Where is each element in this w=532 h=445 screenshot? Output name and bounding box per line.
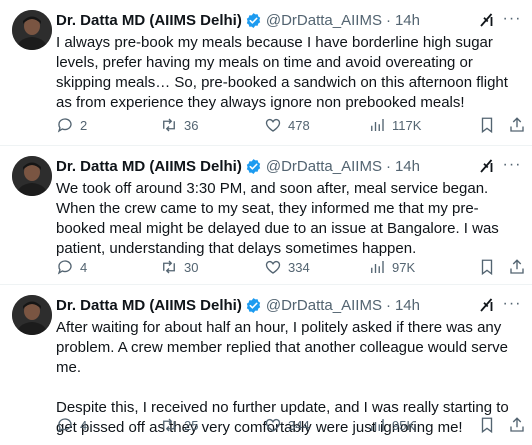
more-icon[interactable]: ··· xyxy=(502,156,522,176)
avatar[interactable] xyxy=(12,156,52,196)
avatar[interactable] xyxy=(12,295,52,335)
like-icon xyxy=(265,118,281,132)
author-name[interactable]: Dr. Datta MD (AIIMS Delhi) xyxy=(56,297,242,314)
bookmark-button[interactable] xyxy=(478,416,496,434)
verified-badge-icon xyxy=(246,12,261,28)
avatar-image xyxy=(12,10,52,50)
repost-button[interactable]: 36 xyxy=(160,116,198,134)
repost-button[interactable]: 30 xyxy=(160,258,198,276)
timestamp[interactable]: 14h xyxy=(395,12,420,29)
tweet-paragraph: We took off around 3:30 PM, and soon aft… xyxy=(56,180,499,257)
views-icon xyxy=(371,119,384,131)
verified-badge-icon xyxy=(246,158,261,174)
reply-icon xyxy=(57,418,72,433)
tweet-text: We took off around 3:30 PM, and soon aft… xyxy=(56,179,520,259)
verified-badge-icon xyxy=(246,297,261,313)
views-icon xyxy=(371,419,384,431)
bookmark-icon xyxy=(481,117,493,134)
repost-icon xyxy=(163,260,175,274)
reply-icon xyxy=(57,118,72,133)
author-handle[interactable]: @DrDatta_AIIMS xyxy=(266,12,382,29)
repost-button[interactable]: 25 xyxy=(160,416,198,434)
action-bar: 4 30 334 97K xyxy=(56,257,524,277)
bookmark-icon xyxy=(481,259,493,276)
avatar-image xyxy=(12,156,52,196)
repost-count: 36 xyxy=(184,117,199,133)
avatar[interactable] xyxy=(12,10,52,50)
views-count: 95K xyxy=(392,417,416,433)
author-handle[interactable]: @DrDatta_AIIMS xyxy=(266,158,382,175)
bookmark-button[interactable] xyxy=(478,258,496,276)
like-count: 344 xyxy=(288,417,310,433)
reply-button[interactable]: 4 xyxy=(56,258,87,276)
reply-button[interactable]: 2 xyxy=(56,116,87,134)
like-icon xyxy=(265,260,281,274)
like-count: 334 xyxy=(288,259,310,275)
author-name[interactable]: Dr. Datta MD (AIIMS Delhi) xyxy=(56,12,242,29)
action-bar: 2 36 478 117K xyxy=(56,115,524,135)
action-bar: 4 25 344 95K xyxy=(56,415,524,435)
reply-count: 4 xyxy=(80,259,88,275)
tweet-1[interactable]: Dr. Datta MD (AIIMS Delhi) @DrDatta_AIIM… xyxy=(0,0,532,146)
repost-icon xyxy=(163,118,175,132)
views-count: 117K xyxy=(392,117,422,133)
reply-count: 2 xyxy=(80,117,88,133)
share-icon xyxy=(510,117,524,132)
tweet-text: I always pre-book my meals because I hav… xyxy=(56,33,520,113)
repost-count: 30 xyxy=(184,259,199,275)
separator: · xyxy=(385,157,391,175)
views-icon xyxy=(371,261,384,273)
share-button[interactable] xyxy=(508,116,526,134)
separator: · xyxy=(385,296,391,314)
like-icon xyxy=(265,418,281,432)
more-icon[interactable]: ··· xyxy=(502,10,522,30)
views-button[interactable]: 95K xyxy=(368,416,415,434)
bookmark-button[interactable] xyxy=(478,116,496,134)
repost-count: 25 xyxy=(184,417,199,433)
author-handle[interactable]: @DrDatta_AIIMS xyxy=(266,297,382,314)
timestamp[interactable]: 14h xyxy=(395,297,420,314)
reply-count: 4 xyxy=(80,417,88,433)
separator: · xyxy=(385,11,391,29)
share-icon xyxy=(510,417,524,432)
share-icon xyxy=(510,259,524,274)
share-button[interactable] xyxy=(508,416,526,434)
tweet-paragraph: After waiting for about half an hour, I … xyxy=(56,319,508,376)
tweet-paragraph: I always pre-book my meals because I hav… xyxy=(56,34,508,111)
tweet-2[interactable]: Dr. Datta MD (AIIMS Delhi) @DrDatta_AIIM… xyxy=(0,146,532,285)
like-button[interactable]: 334 xyxy=(264,258,310,276)
views-count: 97K xyxy=(392,259,416,275)
avatar-image xyxy=(12,295,52,335)
grok-icon[interactable] xyxy=(478,157,496,175)
share-button[interactable] xyxy=(508,258,526,276)
views-button[interactable]: 97K xyxy=(368,258,415,276)
grok-icon[interactable] xyxy=(478,296,496,314)
more-icon[interactable]: ··· xyxy=(502,295,522,315)
bookmark-icon xyxy=(481,417,493,434)
reply-icon xyxy=(57,260,72,275)
reply-button[interactable]: 4 xyxy=(56,416,87,434)
author-name[interactable]: Dr. Datta MD (AIIMS Delhi) xyxy=(56,158,242,175)
like-button[interactable]: 344 xyxy=(264,416,310,434)
repost-icon xyxy=(163,418,175,432)
grok-icon[interactable] xyxy=(478,11,496,29)
like-button[interactable]: 478 xyxy=(264,116,310,134)
tweet-3[interactable]: Dr. Datta MD (AIIMS Delhi) @DrDatta_AIIM… xyxy=(0,285,532,445)
views-button[interactable]: 117K xyxy=(368,116,421,134)
like-count: 478 xyxy=(288,117,310,133)
timestamp[interactable]: 14h xyxy=(395,158,420,175)
